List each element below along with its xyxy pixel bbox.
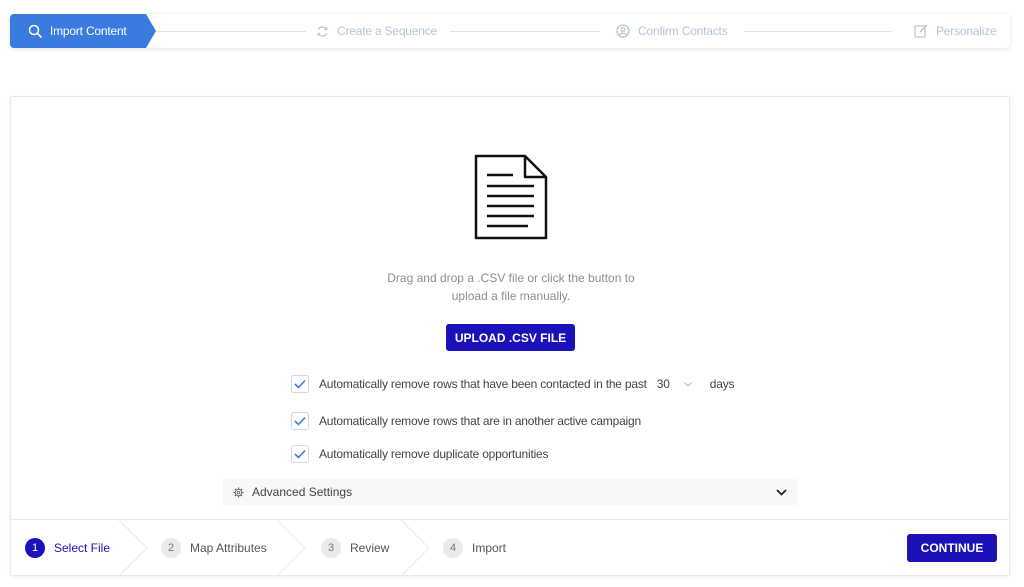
wizard-footer: 1 Select File 2 Map Attributes 3 Review … (11, 519, 1009, 576)
duplicates-checkbox[interactable] (291, 445, 309, 463)
wizard-step-label: Select File (54, 541, 111, 555)
contacted-checkbox[interactable] (291, 375, 309, 393)
refresh-icon (317, 25, 328, 37)
wizard-step-label: Map Attributes (190, 541, 267, 555)
step-connector (156, 31, 306, 32)
wizard-step-label: Review (350, 541, 390, 555)
advanced-settings-toggle[interactable]: Advanced Settings (223, 479, 797, 505)
active-campaign-checkbox[interactable] (291, 412, 309, 430)
top-step-import-content[interactable]: Import Content (10, 14, 156, 48)
wizard-step-map-attributes[interactable]: 2 Map Attributes (161, 520, 267, 576)
top-step-label: Personalize (936, 24, 997, 38)
chevron-down-icon (776, 488, 787, 496)
search-icon (28, 24, 42, 38)
step-divider-icon (401, 520, 430, 576)
user-circle-icon (616, 24, 630, 38)
top-step-confirm-contacts[interactable]: Confirm Contacts (616, 14, 728, 48)
drop-instructions: Drag and drop a .CSV file or click the b… (11, 269, 1011, 305)
import-panel: Drag and drop a .CSV file or click the b… (10, 96, 1010, 576)
wizard-step-number: 1 (25, 538, 45, 558)
option-duplicates-row: Automatically remove duplicate opportuni… (291, 445, 549, 463)
checkmark-icon (294, 416, 306, 426)
wizard-step-select-file[interactable]: 1 Select File (25, 520, 110, 576)
wizard-step-number: 4 (443, 538, 463, 558)
contacted-label: Automatically remove rows that have been… (319, 377, 647, 391)
step-connector (744, 31, 892, 32)
days-suffix: days (709, 377, 735, 391)
drop-instructions-line1: Drag and drop a .CSV file or click the b… (387, 271, 635, 285)
wizard-step-number: 3 (321, 538, 341, 558)
drop-instructions-line2: upload a file manually. (451, 289, 571, 303)
option-contacted-row: Automatically remove rows that have been… (291, 375, 735, 393)
option-active-campaign-row: Automatically remove rows that are in an… (291, 412, 641, 430)
wizard-step-import[interactable]: 4 Import (443, 520, 506, 576)
step-connector (450, 31, 600, 32)
duplicates-label: Automatically remove duplicate opportuni… (319, 447, 549, 461)
days-value: 30 (656, 377, 670, 391)
days-select[interactable]: 30 (657, 377, 692, 391)
chevron-down-icon (683, 381, 692, 387)
upload-csv-button[interactable]: UPLOAD .CSV FILE (446, 324, 575, 351)
checkmark-icon (294, 449, 306, 459)
step-divider-icon (277, 520, 306, 576)
advanced-settings-label: Advanced Settings (252, 485, 353, 499)
edit-icon (914, 24, 928, 38)
top-step-label: Import Content (50, 24, 127, 38)
wizard-step-review[interactable]: 3 Review (321, 520, 389, 576)
top-step-create-sequence[interactable]: Create a Sequence (316, 14, 437, 48)
wizard-step-label: Import (472, 541, 507, 555)
checkmark-icon (294, 379, 306, 389)
progress-header: Import Content Create a Sequence Confirm… (10, 14, 1010, 48)
wizard-step-number: 2 (161, 538, 181, 558)
continue-button[interactable]: CONTINUE (907, 534, 997, 562)
top-step-label: Create a Sequence (337, 24, 438, 38)
document-icon (473, 153, 549, 246)
top-step-personalize[interactable]: Personalize (914, 14, 997, 48)
top-step-label: Confirm Contacts (638, 24, 728, 38)
step-divider-icon (119, 520, 148, 576)
gear-icon (233, 486, 244, 498)
active-campaign-label: Automatically remove rows that are in an… (319, 414, 641, 428)
